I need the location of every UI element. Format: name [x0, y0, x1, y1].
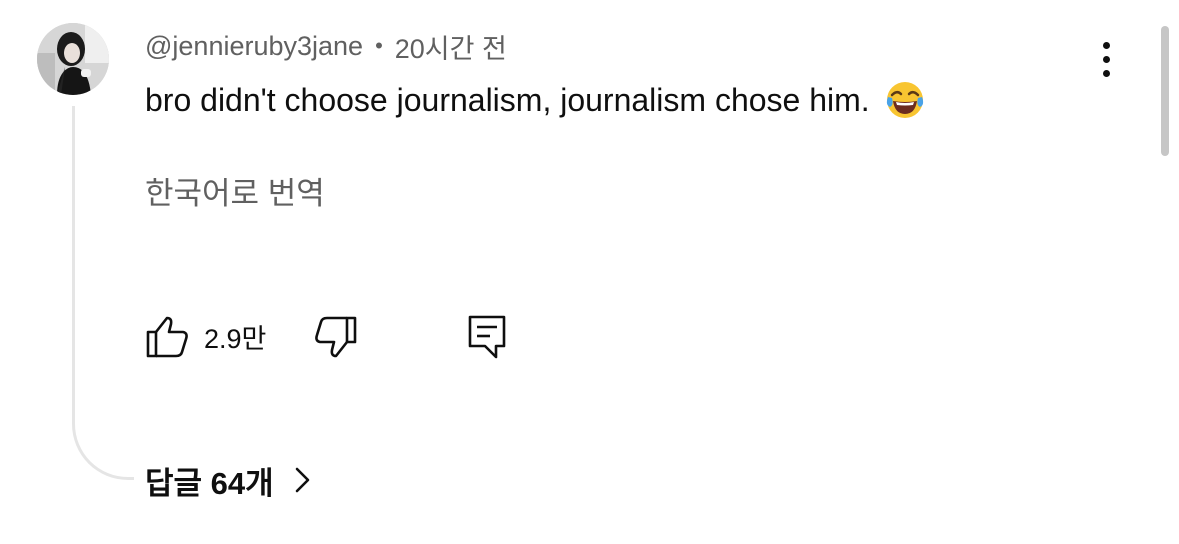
- comment-reply-icon: [468, 315, 506, 359]
- more-vertical-icon-dot: [1102, 55, 1110, 63]
- like-button[interactable]: [143, 312, 191, 360]
- more-options-button[interactable]: [1088, 37, 1124, 81]
- comment-body: bro didn't choose journalism, journalism…: [145, 78, 926, 122]
- translate-link[interactable]: 한국어로 번역: [145, 168, 325, 212]
- view-replies-button[interactable]: 답글 64개: [145, 458, 314, 502]
- dislike-button[interactable]: [312, 312, 360, 360]
- meta-separator: •: [375, 33, 383, 58]
- comment-text: bro didn't choose journalism, journalism…: [145, 81, 870, 118]
- author-name[interactable]: @jennieruby3jane: [145, 31, 363, 62]
- more-vertical-icon-dot: [1102, 69, 1110, 77]
- avatar-photo: [37, 23, 109, 95]
- comment-meta: @jennieruby3jane • 20시간 전: [145, 30, 507, 64]
- reply-button[interactable]: [464, 312, 510, 360]
- thumbs-up-icon: [146, 316, 188, 358]
- face-with-tears-of-joy-icon: [884, 79, 926, 121]
- replies-label: 답글 64개: [145, 465, 274, 501]
- thumbs-down-icon: [315, 316, 357, 358]
- more-vertical-icon-dot: [1102, 41, 1110, 49]
- thread-line: [72, 106, 134, 480]
- avatar[interactable]: [37, 23, 109, 95]
- chevron-right-icon: [292, 465, 314, 495]
- scrollbar[interactable]: [1161, 26, 1169, 156]
- like-count: 2.9만: [204, 323, 267, 354]
- comment-time[interactable]: 20시간 전: [395, 27, 507, 66]
